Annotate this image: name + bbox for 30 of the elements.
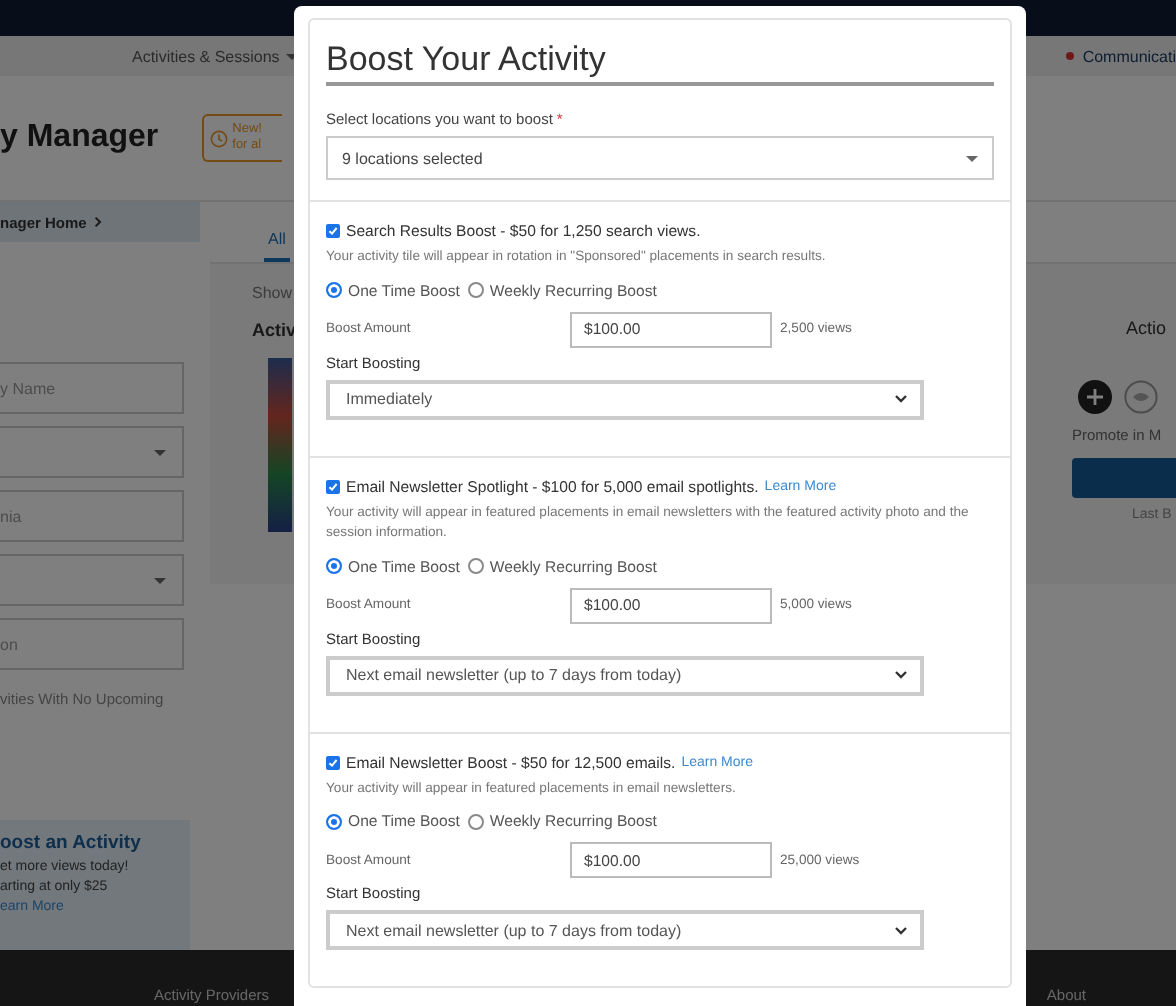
radio-button[interactable] — [326, 282, 342, 299]
chevron-right-icon — [94, 216, 103, 228]
page-title: y Manager — [0, 120, 159, 156]
caret-icon — [154, 577, 166, 583]
nav-menu-item[interactable]: Communicati — [1082, 47, 1176, 65]
start-boosting-select[interactable]: Immediately — [326, 379, 924, 420]
chevron-down-icon — [894, 670, 908, 681]
radio-button[interactable] — [326, 558, 342, 575]
checkbox[interactable] — [326, 479, 340, 494]
radio-button[interactable] — [467, 813, 484, 830]
column-heading: Actio — [1126, 318, 1167, 338]
clock-icon — [210, 129, 229, 147]
start-boosting-select[interactable]: Next email newsletter (up to 7 days from today) — [326, 910, 924, 951]
chevron-down-icon — [894, 394, 908, 405]
caret-icon — [966, 155, 978, 161]
radio-button[interactable] — [467, 558, 484, 575]
chevron-down-icon — [894, 925, 908, 936]
radio-button[interactable] — [326, 813, 342, 830]
plus-icon[interactable] — [1078, 380, 1112, 414]
locations-select[interactable]: 9 locations selected — [326, 136, 994, 180]
modal-title: Boost Your Activity — [326, 40, 994, 86]
caret-icon — [154, 449, 166, 455]
checkbox[interactable] — [326, 224, 340, 238]
results-text: Show — [252, 284, 295, 302]
start-boosting-select[interactable]: Next email newsletter (up to 7 days from today) — [326, 655, 924, 696]
promo-title: oost an Activity — [0, 832, 143, 854]
section-heading: Activ — [252, 320, 297, 340]
radio-button[interactable] — [467, 282, 484, 299]
checkbox[interactable] — [326, 755, 340, 770]
status-dot — [1066, 52, 1075, 60]
